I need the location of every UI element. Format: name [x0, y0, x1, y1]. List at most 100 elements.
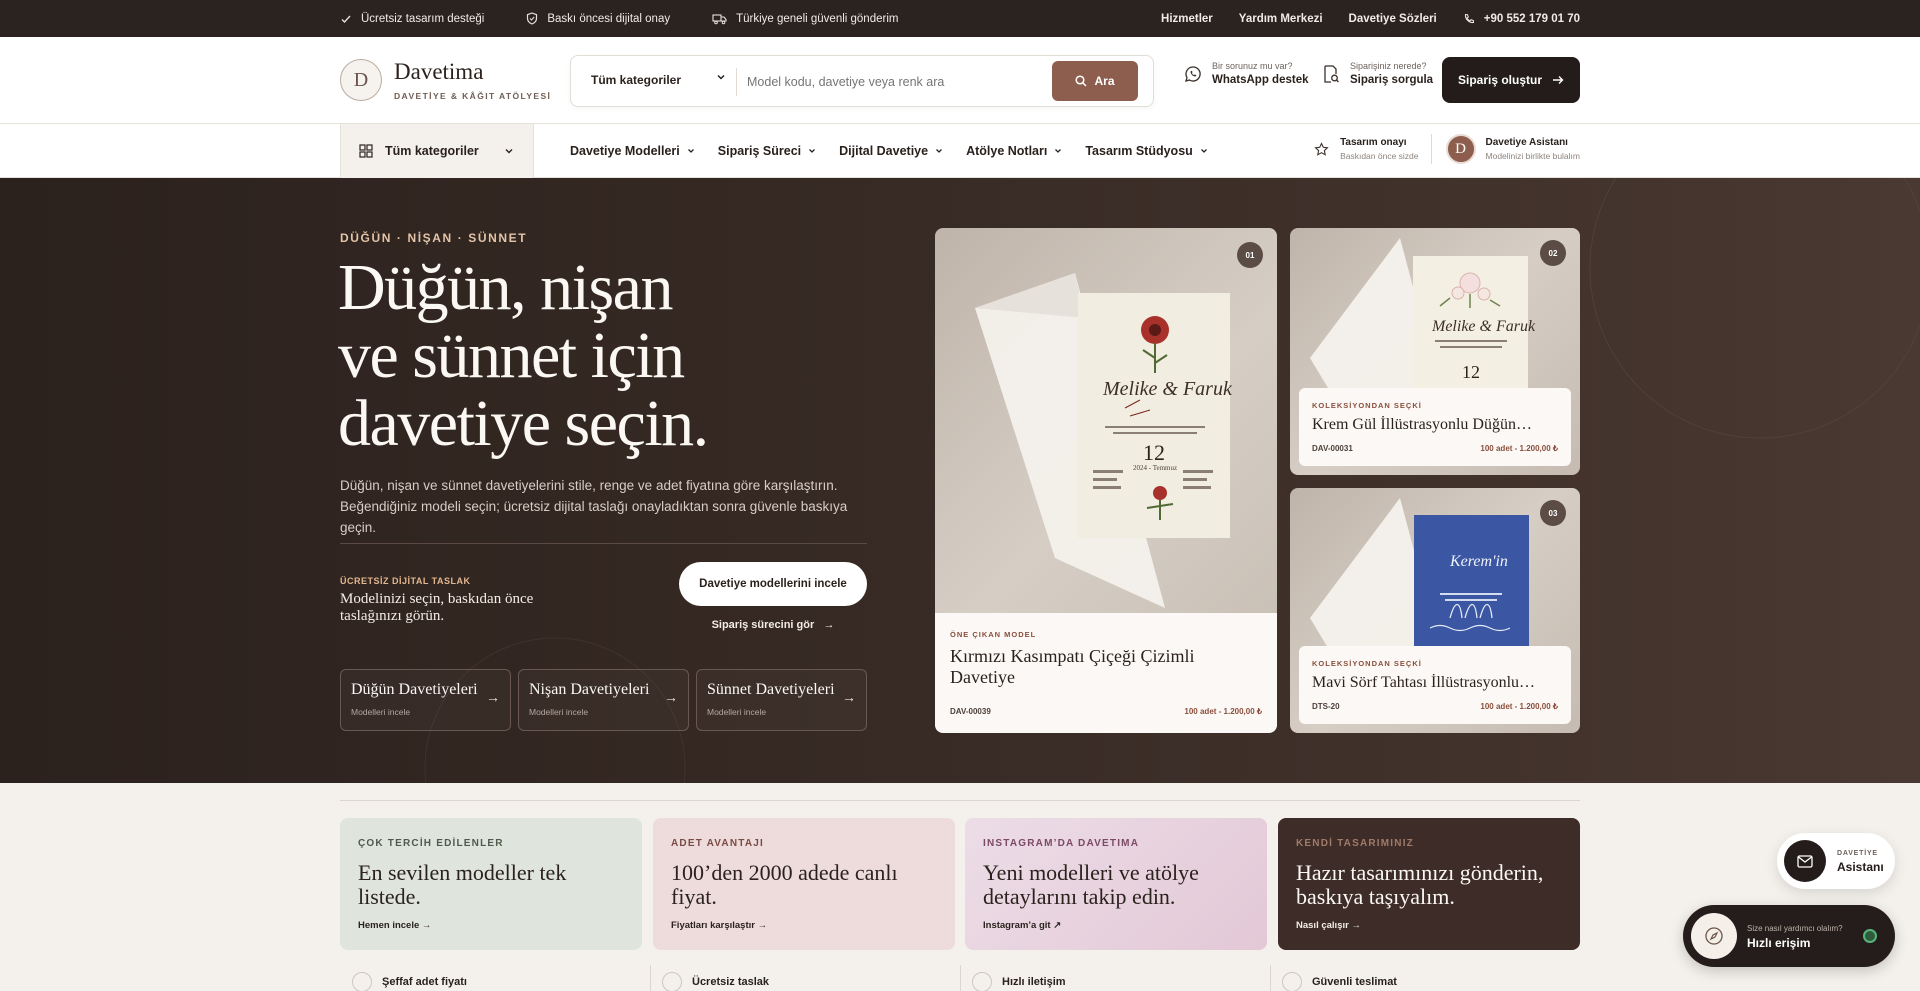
whatsapp-support[interactable]: Bir sorunuz mu var? WhatsApp destek	[1184, 61, 1309, 86]
search-button-label: Ara	[1094, 74, 1115, 88]
card-date: 12	[1143, 440, 1165, 465]
promo-link[interactable]: Fiyatları karşılaştır →	[671, 920, 767, 931]
whatsapp-hint: Bir sorunuz mu var?	[1212, 61, 1293, 71]
star-icon	[1314, 141, 1329, 157]
promo-card-quantity[interactable]: ADET AVANTAJI 100’den 2000 adede canlı f…	[653, 818, 955, 950]
link-help-center[interactable]: Yardım Merkezi	[1239, 13, 1323, 25]
order-hint: Siparişiniz nerede?	[1350, 61, 1427, 71]
product-card-2[interactable]: Melike & Faruk 12 02 KOLEKSİYONDAN SEÇKİ…	[1290, 228, 1580, 475]
compass-icon	[1691, 913, 1737, 959]
product-card-featured[interactable]: Melike & Faruk 12 2024 - Temmuz 01 ÖNE Ç…	[935, 228, 1277, 733]
browse-models-button[interactable]: Davetiye modellerini incele	[679, 562, 867, 606]
search-icon	[1075, 75, 1088, 87]
menu-invitation-models[interactable]: Davetiye Modelleri	[570, 144, 696, 158]
category-title: Sünnet Davetiyeleri	[707, 681, 835, 698]
product-code: DTS-20	[1312, 702, 1340, 711]
product-kicker: ÖNE ÇIKAN MODEL	[950, 630, 1037, 639]
link-hizmetler[interactable]: Hizmetler	[1161, 13, 1213, 25]
brand-name[interactable]: Davetima	[394, 59, 483, 85]
product-price: 100 adet - 1.200,00 ₺	[1480, 702, 1558, 711]
product-code: DAV-00031	[1312, 444, 1353, 453]
product-title: Kırmızı Kasımpatı Çiçeği Çizimli Davetiy…	[950, 646, 1195, 687]
online-status-dot	[1863, 929, 1877, 943]
feature-label: Şeffaf adet fiyatı	[382, 976, 467, 988]
all-categories-button[interactable]: Tüm kategoriler	[340, 124, 534, 178]
create-order-button[interactable]: Sipariş oluştur	[1442, 57, 1580, 103]
shipping-note: Türkiye geneli güvenli gönderim	[712, 12, 898, 25]
order-tracking[interactable]: Siparişiniz nerede? Sipariş sorgula	[1322, 61, 1433, 86]
product-price: 100 adet - 1.200,00 ₺	[1480, 444, 1558, 453]
menu-digital-invitation[interactable]: Dijital Davetiye	[839, 144, 944, 158]
menu-label: Davetiye Modelleri	[570, 144, 680, 158]
arrow-right-icon: →	[823, 619, 835, 631]
promo-card-popular[interactable]: ÇOK TERCİH EDİLENLER En sevilen modeller…	[340, 818, 642, 950]
promo-card-own-design[interactable]: KENDİ TASARIMINIZ Hazır tasarımınızı gön…	[1278, 818, 1580, 950]
approval-sub: Baskıdan önce sizde	[1340, 151, 1419, 161]
product-kicker: KOLEKSİYONDAN SEÇKİ	[1312, 401, 1422, 410]
hero-section: DÜĞÜN · NİŞAN · SÜNNET Düğün, nişan ve s…	[0, 178, 1920, 783]
design-approval-info: Tasarım onayı Baskıdan önce sizde	[1340, 137, 1418, 161]
section-divider	[340, 800, 1580, 801]
chevron-down-icon	[503, 145, 515, 157]
assistant-widget-big: Asistanı	[1837, 860, 1884, 874]
category-card-engagement[interactable]: Nişan Davetiyeleri Modelleri incele →	[518, 669, 689, 731]
chevron-down-icon	[715, 71, 727, 83]
promo-link[interactable]: Instagram’a git ↗	[983, 920, 1061, 931]
assistant-link[interactable]: D Davetiye Asistanı Modelinizi birlikte …	[1445, 134, 1580, 164]
hero-title: Düğün, nişan ve sünnet için davetiye seç…	[338, 254, 858, 458]
card-names: Melike & Faruk	[1432, 318, 1536, 335]
category-sub: Modelleri incele	[351, 707, 411, 717]
mail-icon	[1784, 840, 1826, 882]
product-info: KOLEKSİYONDAN SEÇKİ Krem Gül İllüstrasyo…	[1299, 388, 1571, 466]
draft-text: Modelinizi seçin, baskıdan önce taslağın…	[340, 591, 534, 624]
menu-label: Tasarım Stüdyosu	[1085, 144, 1193, 158]
promo-card-instagram[interactable]: INSTAGRAM’DA DAVETIMA Yeni modelleri ve …	[965, 818, 1267, 950]
menu-label: Atölye Notları	[966, 144, 1048, 158]
promo-kicker: ADET AVANTAJI	[671, 838, 765, 849]
feature-divider	[1270, 965, 1271, 991]
menu-design-studio[interactable]: Tasarım Stüdyosu	[1085, 144, 1208, 158]
category-title: Nişan Davetiyeleri	[529, 681, 650, 698]
promo-title: Hazır tasarımınızı gönderin, baskıya taş…	[1296, 860, 1544, 909]
search-category-select[interactable]: Tüm kategoriler	[591, 73, 681, 87]
assistant-widget[interactable]: DAVETİYE Asistanı	[1777, 833, 1895, 889]
card-month: 2024 - Temmuz	[1133, 464, 1178, 472]
card-names: Kerem'in	[1450, 553, 1508, 570]
chevron-down-icon	[807, 146, 817, 156]
menu-workshop-notes[interactable]: Atölye Notları	[966, 144, 1063, 158]
nav-right: Tasarım onayı Baskıdan önce sizde D Dave…	[1314, 134, 1580, 164]
category-card-circumcision[interactable]: Sünnet Davetiyeleri Modelleri incele →	[696, 669, 867, 731]
quick-access-widget[interactable]: Size nasıl yardımcı olalım? Hızlı erişim	[1683, 905, 1895, 967]
topbar-note-2: Baskı öncesi dijital onay	[547, 12, 671, 25]
arrow-right-icon: →	[842, 689, 856, 705]
category-card-wedding[interactable]: Düğün Davetiyeleri Modelleri incele →	[340, 669, 511, 731]
assistant-widget-small: DAVETİYE	[1837, 850, 1878, 857]
hero-description: Düğün, nişan ve sünnet davetiyelerini st…	[340, 478, 848, 535]
order-process-link[interactable]: Sipariş sürecini gör →	[679, 619, 867, 631]
phone-link[interactable]: +90 552 179 01 70	[1463, 13, 1580, 25]
order-tracking-label: Sipariş sorgula	[1350, 74, 1434, 86]
search-input[interactable]	[747, 69, 1047, 95]
chevron-down-icon	[686, 146, 696, 156]
product-image	[975, 273, 1230, 608]
promo-link[interactable]: Hemen incele →	[358, 920, 431, 931]
nav-divider	[1430, 134, 1432, 164]
menu-label: Dijital Davetiye	[839, 144, 929, 158]
assistant-avatar: D	[1445, 134, 1476, 164]
product-card-3[interactable]: Kerem'in 03 KOLEKSİYONDAN SEÇKİ Mavi Sör…	[1290, 488, 1580, 733]
promo-title: En sevilen modeller tek listede.	[358, 860, 567, 909]
check-icon	[340, 13, 352, 25]
menu-label: Sipariş Süreci	[717, 144, 802, 158]
logo-mark[interactable]: D	[340, 59, 382, 101]
check-circle-icon	[352, 972, 372, 991]
product-badge: 03	[1540, 500, 1566, 526]
hero-divider	[340, 543, 867, 544]
promo-title: 100’den 2000 adede canlı fiyat.	[671, 860, 898, 909]
brand-tagline: DAVETİYE & KÂĞIT ATÖLYESİ	[394, 91, 552, 101]
promo-link[interactable]: Nasıl çalışır →	[1296, 920, 1361, 931]
search-button[interactable]: Ara	[1052, 61, 1138, 101]
link-invitation-texts[interactable]: Davetiye Sözleri	[1349, 13, 1437, 25]
menu-order-process[interactable]: Sipariş Süreci	[718, 144, 817, 158]
main-nav: Tüm kategoriler Davetiye Modelleri Sipar…	[0, 124, 1920, 178]
quick-access-hint: Size nasıl yardımcı olalım?	[1747, 924, 1843, 933]
